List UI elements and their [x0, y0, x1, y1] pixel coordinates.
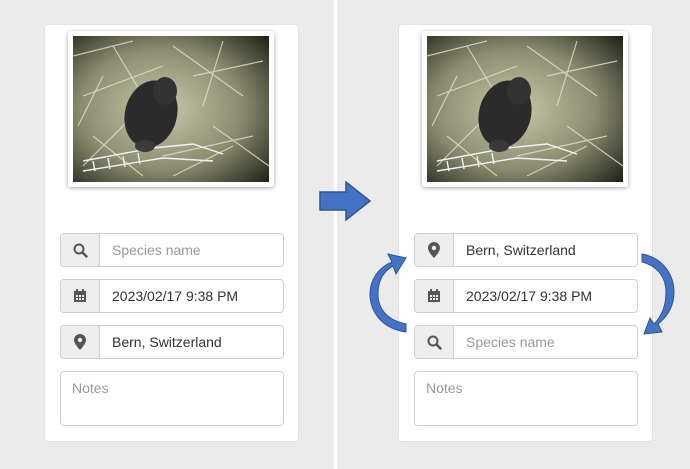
location-input[interactable]: Bern, Switzerland: [100, 326, 283, 358]
notes-textarea[interactable]: Notes: [60, 371, 284, 426]
panel-divider: [334, 0, 337, 469]
datetime-field[interactable]: 2023/02/17 9:38 PM: [60, 279, 284, 313]
search-icon: [61, 234, 100, 266]
form-card-after: Bern, Switzerland 2023/02/17 9:38 PM Spe…: [398, 24, 653, 442]
observation-photo: [68, 31, 274, 187]
location-input[interactable]: Bern, Switzerland: [454, 234, 637, 266]
species-name-input[interactable]: Species name: [100, 234, 283, 266]
datetime-field[interactable]: 2023/02/17 9:38 PM: [414, 279, 638, 313]
location-field[interactable]: Bern, Switzerland: [60, 325, 284, 359]
search-icon: [415, 326, 454, 358]
curved-arrow-icon: [641, 253, 675, 335]
location-field[interactable]: Bern, Switzerland: [414, 233, 638, 267]
curved-arrow-icon: [369, 253, 407, 333]
species-name-input[interactable]: Species name: [454, 326, 637, 358]
species-search-field[interactable]: Species name: [414, 325, 638, 359]
calendar-icon: [415, 280, 454, 312]
form-card-before: Species name 2023/02/17 9:38 PM Bern, Sw…: [44, 24, 299, 442]
notes-textarea[interactable]: Notes: [414, 371, 638, 426]
location-pin-icon: [61, 326, 100, 358]
datetime-input[interactable]: 2023/02/17 9:38 PM: [100, 280, 283, 312]
datetime-input[interactable]: 2023/02/17 9:38 PM: [454, 280, 637, 312]
location-pin-icon: [415, 234, 454, 266]
calendar-icon: [61, 280, 100, 312]
species-search-field[interactable]: Species name: [60, 233, 284, 267]
right-arrow-icon: [319, 180, 372, 222]
observation-photo: [422, 31, 628, 187]
